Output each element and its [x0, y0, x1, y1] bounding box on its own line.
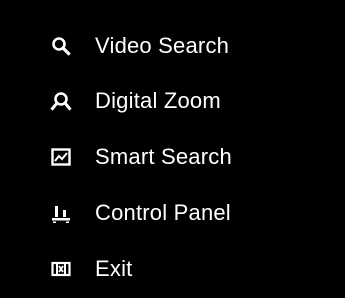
search-icon [50, 35, 72, 57]
exit-icon [50, 258, 72, 280]
menu-item-label: Exit [95, 256, 133, 281]
menu-item-exit[interactable]: Exit [0, 245, 345, 293]
menu-item-video-search[interactable]: Video Search [0, 22, 345, 70]
control-panel-icon [50, 202, 72, 224]
menu-item-control-panel[interactable]: Control Panel [0, 189, 345, 237]
menu-item-smart-search[interactable]: Smart Search [0, 133, 345, 181]
menu-item-label: Digital Zoom [95, 88, 221, 113]
menu-item-label: Smart Search [95, 144, 232, 169]
smart-search-icon [50, 146, 72, 168]
menu-item-digital-zoom[interactable]: Digital Zoom [0, 77, 345, 125]
menu-item-label: Control Panel [95, 200, 231, 225]
zoom-icon [50, 90, 72, 112]
context-menu: Video Search Digital Zoom Smart Search C… [0, 0, 345, 298]
menu-item-label: Video Search [95, 33, 230, 58]
